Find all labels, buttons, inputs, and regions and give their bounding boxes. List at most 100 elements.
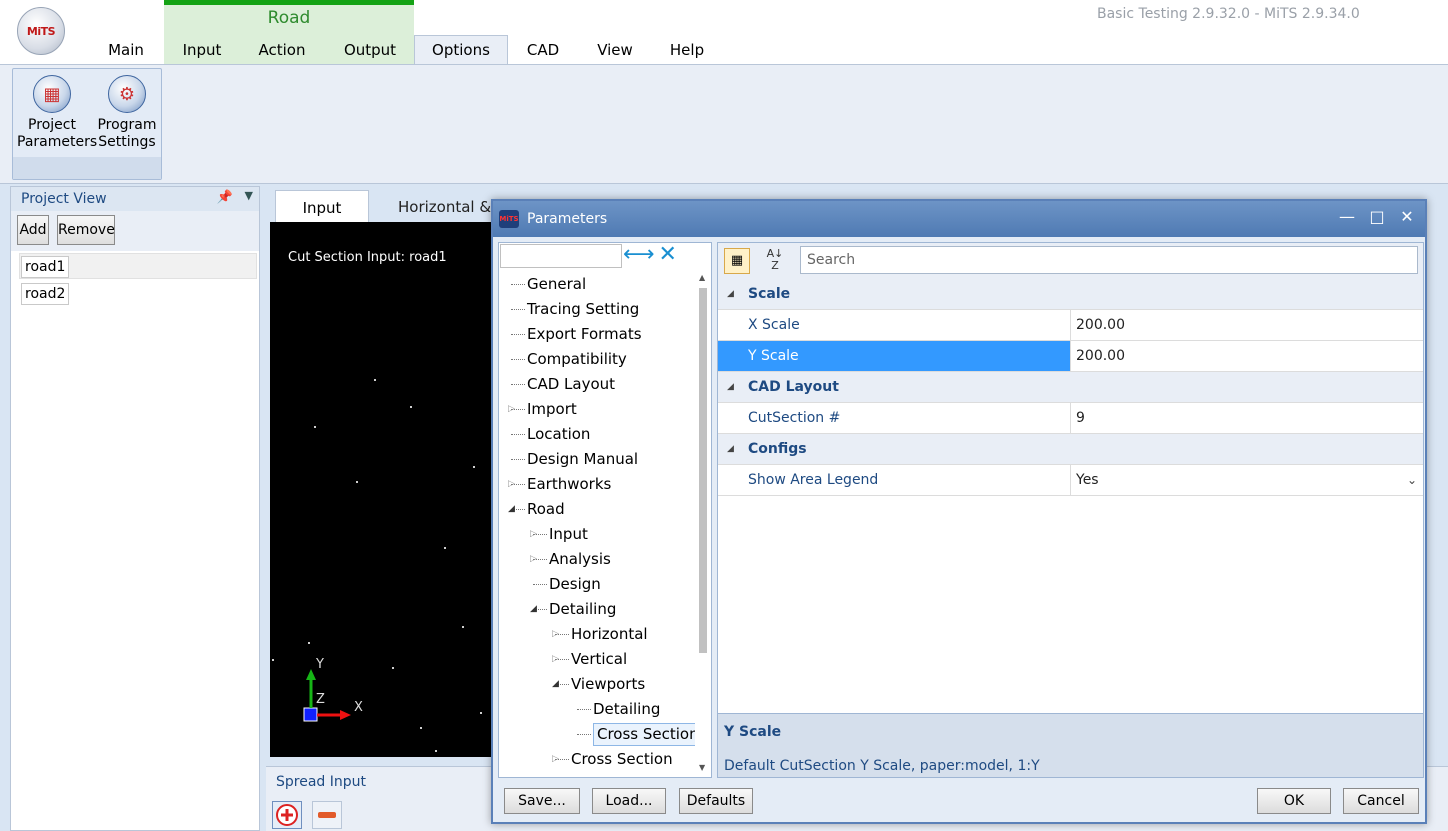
tree-node-label: Tracing Setting — [527, 300, 640, 318]
collapsed-arrow-icon[interactable]: ▷ — [508, 472, 515, 497]
property-rows: Scale X Scale 200.00 Y Scale 200.00 CAD Layou… — [718, 279, 1423, 509]
tab-view[interactable]: View — [588, 38, 642, 64]
list-item-road2[interactable]: road2 — [21, 283, 70, 305]
property-name: Y Scale — [718, 341, 1070, 371]
project-view-panel: Project View 📌 ▼ Add Remove road1 road2 — [10, 186, 260, 831]
version-label: Basic Testing 2.9.32.0 - MiTS 2.9.34.0 — [1097, 6, 1360, 22]
property-search-input[interactable]: Search — [800, 246, 1418, 274]
scroll-down-icon[interactable]: ▼ — [699, 763, 705, 772]
scroll-up-icon[interactable]: ▲ — [699, 273, 705, 282]
grid-dot — [480, 712, 482, 714]
defaults-button[interactable]: Defaults — [679, 788, 753, 814]
cancel-button[interactable]: Cancel — [1343, 788, 1419, 814]
minus-icon — [318, 812, 336, 818]
tree-connector — [511, 309, 525, 310]
property-row[interactable]: CutSection # 9 — [718, 403, 1423, 434]
add-row-button[interactable] — [272, 801, 302, 829]
collapsed-arrow-icon[interactable]: ▷ — [552, 647, 559, 672]
list-item-road1[interactable]: road1 — [21, 256, 70, 278]
tree-filter-input[interactable] — [500, 244, 622, 268]
maximize-icon[interactable]: □ — [1365, 207, 1389, 226]
tab-output[interactable]: Output — [336, 38, 404, 64]
property-row[interactable]: X Scale 200.00 — [718, 310, 1423, 341]
program-settings-label-1: Program — [97, 117, 157, 133]
project-parameters-button[interactable]: ▦ Project Parameters — [17, 75, 97, 151]
dialog-title-bar[interactable]: Parameters — [493, 201, 1425, 237]
grid-dot — [374, 379, 376, 381]
remove-project-button[interactable]: Remove — [57, 215, 115, 245]
tree-node-label: Design — [549, 575, 601, 593]
property-row[interactable]: Show Area Legend Yes ⌄ — [718, 465, 1423, 496]
expand-collapse-clear-icon[interactable]: ⟷ ✕ — [623, 243, 693, 269]
sort-alphabetical-icon[interactable]: A↓ Z — [762, 248, 788, 274]
collapsed-arrow-icon[interactable]: ▷ — [552, 747, 559, 772]
tree-node-label: Horizontal — [571, 625, 648, 643]
tree-node-label: Vertical — [571, 650, 628, 668]
expanded-arrow-icon[interactable]: ◢ — [530, 597, 537, 622]
remove-row-button[interactable] — [312, 801, 342, 829]
app-logo[interactable]: MiTS — [17, 7, 65, 55]
tree-node-label: Earthworks — [527, 475, 612, 493]
property-grid-toolbar: ▦ A↓ Z Search — [718, 243, 1423, 279]
scrollbar-thumb[interactable] — [699, 288, 707, 653]
program-settings-icon: ⚙ — [108, 75, 146, 113]
pin-icon[interactable]: 📌 — [217, 190, 233, 205]
tree-node-label: General — [527, 275, 587, 293]
grid-dot — [392, 667, 394, 669]
property-value-input[interactable]: 200.00 — [1070, 341, 1423, 371]
tree-node-label: Input — [549, 525, 588, 543]
collapsed-arrow-icon[interactable]: ▷ — [530, 522, 537, 547]
tree-node-label: Compatibility — [527, 350, 627, 368]
expanded-arrow-icon[interactable]: ◢ — [508, 497, 515, 522]
program-settings-button[interactable]: ⚙ Program Settings — [92, 75, 162, 151]
tab-main[interactable]: Main — [96, 38, 156, 64]
svg-text:Z: Z — [316, 692, 325, 707]
collapsed-arrow-icon[interactable]: ▷ — [552, 622, 559, 647]
grid-dot — [435, 750, 437, 752]
doc-tab-horizontal-vertical[interactable]: Horizontal & V — [398, 198, 506, 216]
collapsed-arrow-icon[interactable]: ▷ — [508, 397, 515, 422]
tree-scrollbar[interactable]: ▲ ▼ — [697, 273, 709, 777]
tree-connector — [511, 459, 525, 460]
categorized-view-icon[interactable]: ▦ — [724, 248, 750, 274]
collapsed-arrow-icon[interactable]: ▷ — [530, 547, 537, 572]
tree-node-label: Cross Section — [593, 723, 695, 746]
category-header[interactable]: Scale — [718, 279, 1423, 310]
tab-cad[interactable]: CAD — [518, 38, 568, 64]
parameters-tree: ⟷ ✕ General Tracing Setting Export Formats C… — [498, 242, 712, 778]
tree-node-label: Export Formats — [527, 325, 642, 343]
project-view-toolbar: Add Remove — [11, 211, 259, 251]
tree-connector — [577, 709, 591, 710]
property-value-input[interactable]: 200.00 — [1070, 310, 1423, 340]
tree-node-label: Import — [527, 400, 577, 418]
project-parameters-icon: ▦ — [33, 75, 71, 113]
save-button[interactable]: Save... — [504, 788, 580, 814]
panel-menu-icon[interactable]: ▼ — [245, 189, 253, 202]
load-button[interactable]: Load... — [592, 788, 666, 814]
tree-node-label: Viewports — [571, 675, 646, 693]
add-project-button[interactable]: Add — [17, 215, 49, 245]
doc-tab-input[interactable]: Input — [275, 190, 369, 222]
tab-action[interactable]: Action — [250, 38, 314, 64]
category-header[interactable]: CAD Layout — [718, 372, 1423, 403]
property-value: Yes — [1076, 472, 1099, 488]
grid-dot — [410, 406, 412, 408]
property-value-dropdown[interactable]: Yes ⌄ — [1070, 465, 1423, 495]
tab-options[interactable]: Options — [414, 35, 508, 65]
expanded-arrow-icon[interactable]: ◢ — [552, 672, 559, 697]
close-icon[interactable]: ✕ — [1395, 207, 1419, 226]
property-value: 200.00 — [1076, 317, 1125, 333]
app-icon: MiTS — [499, 210, 519, 228]
category-header[interactable]: Configs — [718, 434, 1423, 465]
plus-icon — [276, 804, 298, 826]
cad-viewport[interactable]: Cut Section Input: road1 Z Y X — [270, 222, 500, 757]
chevron-down-icon[interactable]: ⌄ — [1407, 465, 1417, 495]
tab-help[interactable]: Help — [660, 38, 714, 64]
tree-node-label: Design Manual — [527, 450, 639, 468]
property-description: Y Scale Default CutSection Y Scale, pape… — [718, 713, 1423, 777]
minimize-icon[interactable]: — — [1335, 207, 1359, 226]
ok-button[interactable]: OK — [1257, 788, 1331, 814]
property-value-input[interactable]: 9 — [1070, 403, 1423, 433]
property-row[interactable]: Y Scale 200.00 — [718, 341, 1423, 372]
tab-input[interactable]: Input — [172, 38, 232, 64]
